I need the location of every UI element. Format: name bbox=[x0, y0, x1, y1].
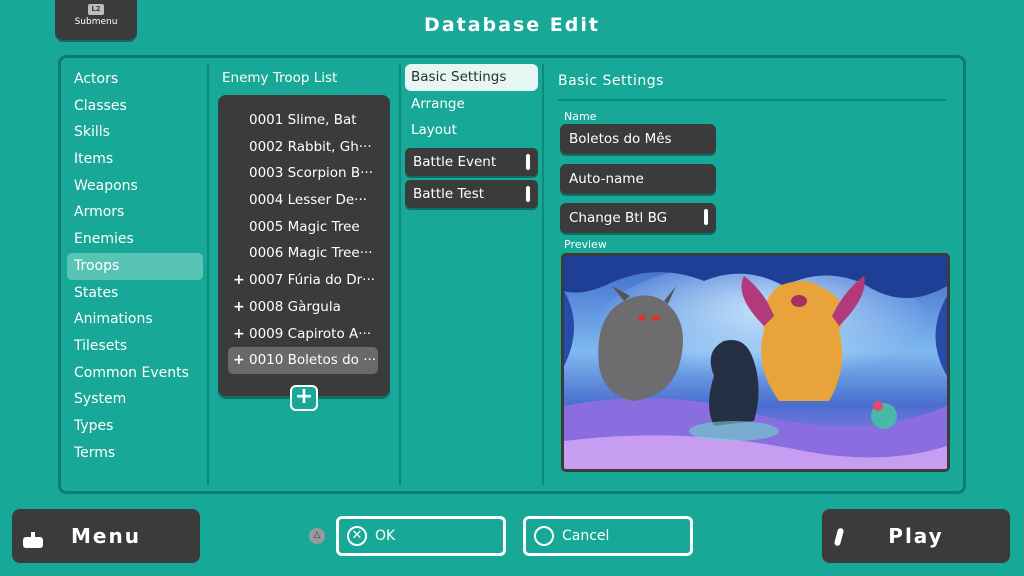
troop-list-item[interactable]: 0003 Scorpion B··· bbox=[228, 160, 378, 187]
category-list: Actors Classes Skills Items Weapons Armors Ene… bbox=[67, 66, 203, 466]
menu-button[interactable]: Menu bbox=[12, 509, 200, 563]
sidebar-item-common-events[interactable]: Common Events bbox=[67, 360, 203, 387]
triangle-button-icon: △ bbox=[309, 528, 325, 544]
troop-list-heading: Enemy Troop List bbox=[222, 70, 338, 86]
play-label: Play bbox=[888, 524, 944, 548]
troop-list-item[interactable]: +0010 Boletos do ··· bbox=[228, 347, 378, 374]
troop-list-item[interactable]: 0001 Slime, Bat bbox=[228, 107, 378, 134]
ok-label: OK bbox=[375, 528, 396, 544]
troop-list-item[interactable]: +0008 Gàrgula bbox=[228, 294, 378, 321]
cancel-label: Cancel bbox=[562, 528, 610, 544]
sidebar-item-weapons[interactable]: Weapons bbox=[67, 173, 203, 200]
play-controller-icon bbox=[832, 515, 846, 569]
auto-name-button[interactable]: Auto-name bbox=[560, 164, 716, 194]
sidebar-item-animations[interactable]: Animations bbox=[67, 306, 203, 333]
sidebar-item-armors[interactable]: Armors bbox=[67, 199, 203, 226]
add-troop-button[interactable]: + bbox=[290, 385, 318, 411]
preview-label: Preview bbox=[564, 238, 607, 251]
battle-test-label: Battle Test bbox=[413, 186, 485, 203]
troop-label: 0005 Magic Tree bbox=[249, 218, 360, 235]
sidebar-item-skills[interactable]: Skills bbox=[67, 119, 203, 146]
battle-scene-illustration bbox=[564, 256, 947, 469]
divider bbox=[207, 64, 209, 485]
sidebar-item-troops[interactable]: Troops bbox=[67, 252, 203, 280]
sidebar-item-items[interactable]: Items bbox=[67, 146, 203, 173]
open-indicator-icon bbox=[704, 209, 708, 225]
plus-icon: + bbox=[233, 352, 245, 369]
change-battle-bg-label: Change Btl BG bbox=[569, 210, 668, 226]
sidebar-item-classes[interactable]: Classes bbox=[67, 93, 203, 120]
troop-list: 0001 Slime, Bat 0002 Rabbit, Gh··· 0003 Sc… bbox=[218, 95, 390, 396]
circle-button-icon bbox=[534, 526, 554, 546]
divider bbox=[542, 64, 544, 485]
open-indicator-icon bbox=[526, 186, 530, 203]
troop-label: 0008 Gàrgula bbox=[249, 298, 341, 315]
sidebar-item-tilesets[interactable]: Tilesets bbox=[67, 333, 203, 360]
database-panel: Actors Classes Skills Items Weapons Armors Ene… bbox=[58, 55, 966, 494]
troop-list-item[interactable]: 0006 Magic Tree··· bbox=[228, 240, 378, 267]
sidebar-item-types[interactable]: Types bbox=[67, 413, 203, 440]
plus-icon: + bbox=[233, 325, 245, 342]
troop-label: 0006 Magic Tree··· bbox=[249, 245, 373, 262]
troop-list-item[interactable]: 0005 Magic Tree bbox=[228, 214, 378, 241]
name-field[interactable]: Boletos do Mês bbox=[560, 124, 716, 154]
troop-label: 0003 Scorpion B··· bbox=[249, 165, 374, 182]
name-label: Name bbox=[564, 110, 597, 123]
troop-list-item[interactable]: +0007 Fúria do Dr··· bbox=[228, 267, 378, 294]
battle-event-label: Battle Event bbox=[413, 154, 497, 171]
troop-list-item[interactable]: 0002 Rabbit, Gh··· bbox=[228, 134, 378, 161]
ok-button[interactable]: ✕ OK bbox=[336, 516, 506, 556]
menu-icon bbox=[22, 515, 44, 569]
tab-arrange[interactable]: Arrange bbox=[405, 91, 538, 118]
cross-button-icon: ✕ bbox=[347, 526, 367, 546]
settings-tabs: Basic Settings Arrange Layout Battle Eve… bbox=[405, 64, 538, 209]
battle-event-button[interactable]: Battle Event bbox=[405, 148, 538, 177]
tab-basic-settings[interactable]: Basic Settings bbox=[405, 64, 538, 91]
sidebar-item-states[interactable]: States bbox=[67, 280, 203, 307]
sidebar-item-enemies[interactable]: Enemies bbox=[67, 226, 203, 253]
troop-label: 0010 Boletos do ··· bbox=[249, 352, 377, 369]
sidebar-item-terms[interactable]: Terms bbox=[67, 440, 203, 467]
troop-label: 0009 Capiroto A··· bbox=[249, 325, 372, 342]
menu-label: Menu bbox=[71, 524, 141, 548]
play-button[interactable]: Play bbox=[822, 509, 1010, 563]
divider bbox=[558, 99, 946, 101]
troop-label: 0001 Slime, Bat bbox=[249, 112, 357, 128]
battle-test-button[interactable]: Battle Test bbox=[405, 180, 538, 209]
sidebar-item-system[interactable]: System bbox=[67, 386, 203, 413]
troop-label: 0004 Lesser De··· bbox=[249, 192, 368, 209]
plus-icon: + bbox=[233, 298, 245, 315]
tab-layout[interactable]: Layout bbox=[405, 117, 538, 144]
troop-list-item[interactable]: +0009 Capiroto A··· bbox=[228, 321, 378, 348]
settings-heading: Basic Settings bbox=[558, 73, 664, 89]
battle-preview-image bbox=[561, 253, 950, 472]
change-battle-bg-button[interactable]: Change Btl BG bbox=[560, 203, 716, 233]
troop-list-item[interactable]: 0004 Lesser De··· bbox=[228, 187, 378, 214]
troop-label: 0007 Fúria do Dr··· bbox=[249, 272, 376, 289]
open-indicator-icon bbox=[526, 154, 530, 171]
troop-label: 0002 Rabbit, Gh··· bbox=[249, 138, 372, 155]
divider bbox=[399, 64, 401, 485]
plus-icon: + bbox=[233, 272, 245, 289]
page-title: Database Edit bbox=[424, 14, 600, 36]
sidebar-item-actors[interactable]: Actors bbox=[67, 66, 203, 93]
cancel-button[interactable]: Cancel bbox=[523, 516, 693, 556]
